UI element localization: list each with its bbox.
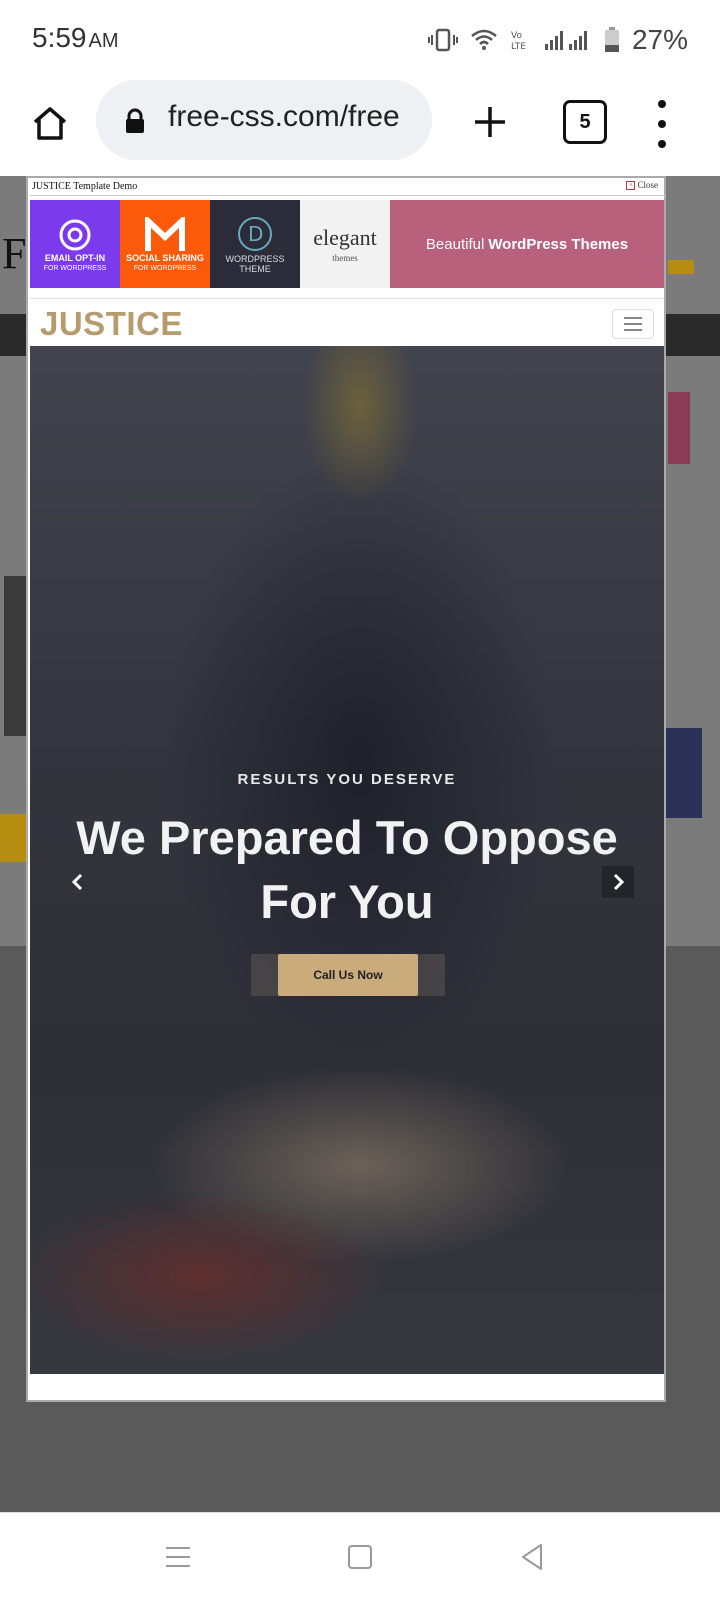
home-icon [33,107,67,140]
svg-text:Vo: Vo [511,31,522,41]
new-tab-button[interactable] [466,98,514,146]
site-navbar: JUSTICE [30,298,664,347]
divi-icon: D [238,217,272,251]
bg-yellow-btn [668,260,694,274]
home-square-icon [348,1545,372,1569]
home-nav-button[interactable] [340,1541,380,1573]
dot [658,100,666,108]
wifi-icon [471,29,497,50]
svg-text:LTE: LTE [511,42,526,52]
close-icon: × [626,180,636,190]
status-bar: 5:59 AM Vo LTE 27% [0,0,720,80]
address-bar[interactable]: free-css.com/free [96,80,432,160]
dot [658,140,666,148]
close-label: Close [637,180,658,190]
recents-icon [166,1547,190,1567]
elegant-logo-sub: themes [332,253,358,263]
slider-prev-button[interactable] [62,866,94,898]
ad-banner[interactable]: EMAIL OPT-IN FOR WORDPRESS SOCIAL SHARIN… [30,200,664,288]
volte-icon: VoLTE [511,31,526,52]
url-text: free-css.com/free [168,100,400,133]
system-navigation-bar [0,1512,720,1601]
slider-next-button[interactable] [602,866,634,898]
clock: 5:59 AM [32,22,119,54]
back-button[interactable] [512,1541,552,1573]
banner-prefix: Beautiful [425,235,485,253]
modal-title: JUSTICE Template Demo [30,178,666,196]
home-button[interactable] [26,100,74,148]
ad-tile-divi[interactable]: D WORDPRESS THEME [210,200,300,288]
clock-time: 5:59 [32,22,87,53]
banner-bold: WordPress Themes [488,235,629,253]
chevron-left-icon [71,873,83,891]
ad-tile-title: EMAIL OPT-IN [44,252,106,263]
ad-tile-social-sharing[interactable]: SOCIAL SHARING FOR WORDPRESS [120,200,210,288]
ad-tile-email-optin[interactable]: EMAIL OPT-IN FOR WORDPRESS [30,200,120,288]
bg-yellow-block [0,814,26,862]
hero-headline-line1: We Prepared To Oppose [76,811,618,864]
monarch-icon [145,216,185,251]
bg-host-ad [666,728,702,818]
back-triangle-icon [522,1544,542,1570]
bloom-icon [59,219,91,250]
hamburger-line [624,317,642,319]
modal-close-button[interactable]: × Close [626,180,658,190]
svg-text:D: D [248,222,263,246]
hero-headline-line2: For You [260,875,434,928]
menu-toggle-button[interactable] [612,309,654,339]
browser-toolbar: free-css.com/free 5 [0,80,720,176]
elegant-logo-text: elegant [313,225,377,250]
vibrate-icon [427,28,458,52]
modal-title-text: JUSTICE Template Demo [32,181,138,192]
status-icons: Vo LTE 27% [427,22,720,58]
ad-tile-elegant-themes[interactable]: elegant themes [300,200,390,288]
signal-icon [544,31,587,50]
plus-icon [475,107,505,137]
dot [658,120,666,128]
ad-tile-title: WORDPRESS THEME [225,254,285,274]
hero-subtitle: RESULTS YOU DESERVE [237,771,457,788]
chevron-right-icon [613,873,625,891]
bg-logo-letter: F [2,229,27,278]
hero-headline: We Prepared To Oppose For You [50,806,644,934]
site-brand-logo[interactable]: JUSTICE [40,305,183,343]
ad-tile-sub: FOR WORDPRESS [43,264,107,272]
ad-banner-text[interactable]: Beautiful WordPress Themes [390,200,664,288]
ad-tile-title: SOCIAL SHARING [126,252,204,263]
lock-icon [126,108,144,133]
bg-dark-block [4,576,26,736]
clock-ampm: AM [88,30,119,52]
battery-percent: 27% [631,24,688,55]
tab-switcher-button[interactable]: 5 [563,100,607,144]
ad-tile-sub: FOR WORDPRESS [133,264,197,272]
hamburger-line [624,329,642,331]
call-us-now-button[interactable]: Call Us Now [278,954,418,996]
recents-button[interactable] [158,1541,198,1573]
battery-icon [604,27,619,52]
bg-pink-block [668,392,690,464]
template-demo-modal: JUSTICE Template Demo × Close EMAIL OPT-I… [26,176,666,1402]
hero-slider: RESULTS YOU DESERVE We Prepared To Oppos… [30,346,664,1374]
hamburger-line [624,323,642,325]
overflow-menu-button[interactable] [650,100,674,148]
tab-count: 5 [579,110,591,133]
